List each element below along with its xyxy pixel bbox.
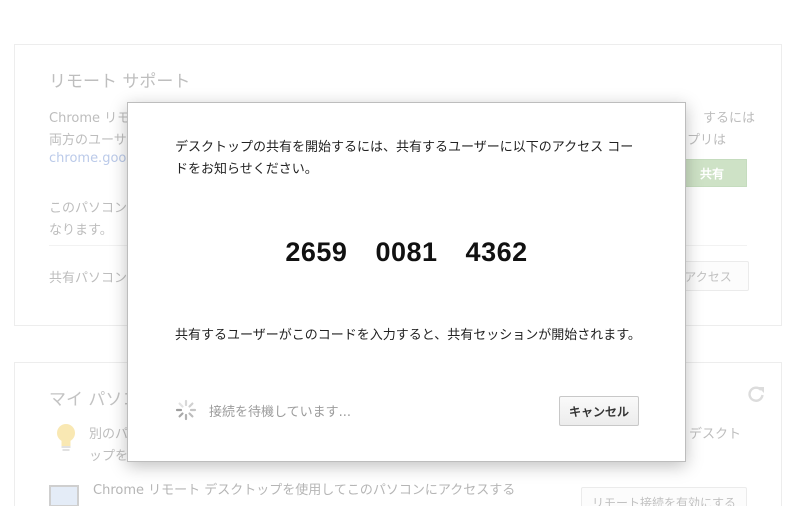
access-code-part2: 0081 <box>375 237 438 267</box>
access-code: 2659 0081 4362 <box>128 237 685 268</box>
share-code-dialog: デスクトップの共有を開始するには、共有するユーザーに以下のアクセス コードをお知… <box>127 102 686 462</box>
access-code-part1: 2659 <box>285 237 348 267</box>
status-row: 接続を待機しています... <box>175 399 351 421</box>
status-text: 接続を待機しています... <box>209 404 352 420</box>
page: リモート サポート Chrome リモ するには 両方のユーサ プリは chro… <box>0 0 800 506</box>
followup-text: 共有するユーザーがこのコードを入力すると、共有セッションが開始されます。 <box>175 328 641 343</box>
instruction-text: デスクトップの共有を開始するには、共有するユーザーに以下のアクセス コードをお知… <box>175 140 634 177</box>
cancel-button[interactable]: キャンセル <box>559 396 639 426</box>
spinner-icon <box>175 399 197 421</box>
access-code-part3: 4362 <box>465 237 528 267</box>
